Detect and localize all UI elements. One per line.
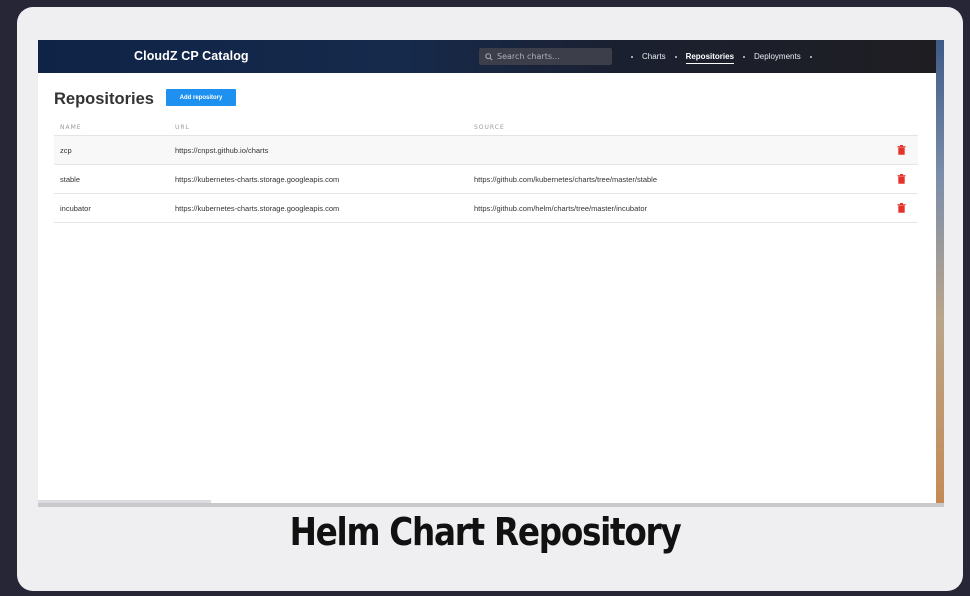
desktop-wallpaper-strip [936,40,944,503]
repo-url: https://cnpst.github.io/charts [175,146,269,155]
add-repository-button[interactable]: Add repository [166,89,236,106]
repo-name: incubator [60,204,91,213]
delete-icon[interactable] [897,145,906,155]
delete-icon[interactable] [897,174,906,184]
repo-source: https://github.com/helm/charts/tree/mast… [474,204,647,213]
app-screenshot: CloudZ CP Catalog Search charts... Chart… [38,40,944,507]
table-row[interactable]: zcp https://cnpst.github.io/charts [54,136,918,165]
horizontal-scrollbar[interactable] [38,500,211,503]
search-placeholder: Search charts... [497,52,560,61]
search-input[interactable]: Search charts... [479,48,612,65]
repositories-table: NAME URL SOURCE zcp https://cnpst.github… [54,122,918,223]
delete-icon[interactable] [897,203,906,213]
nav-deployments[interactable]: Deployments [754,52,801,61]
main-nav: Charts Repositories Deployments [622,40,821,73]
slide-caption: Helm Chart Repository [289,510,682,554]
table-row[interactable]: stable https://kubernetes-charts.storage… [54,165,918,194]
top-navbar: CloudZ CP Catalog Search charts... Chart… [38,40,936,73]
nav-separator-dot [674,55,677,58]
table-header: NAME URL SOURCE [54,122,918,136]
nav-separator-dot [631,55,633,58]
repo-name: stable [60,175,81,184]
repo-url: https://kubernetes-charts.storage.google… [175,175,340,184]
repo-url: https://kubernetes-charts.storage.google… [175,204,340,213]
page-title: Repositories [54,90,154,108]
nav-separator-dot [809,55,812,58]
search-icon [485,52,493,61]
column-header-name: NAME [60,124,82,131]
column-header-url: URL [175,124,190,131]
table-row[interactable]: incubator https://kubernetes-charts.stor… [54,194,918,223]
nav-repositories[interactable]: Repositories [685,52,735,64]
app-brand[interactable]: CloudZ CP Catalog [134,49,249,63]
column-header-source: SOURCE [474,124,505,131]
repo-name: zcp [60,146,72,155]
repo-source: https://github.com/kubernetes/charts/tre… [474,175,658,184]
nav-separator-dot [743,55,746,58]
nav-charts[interactable]: Charts [642,52,666,61]
